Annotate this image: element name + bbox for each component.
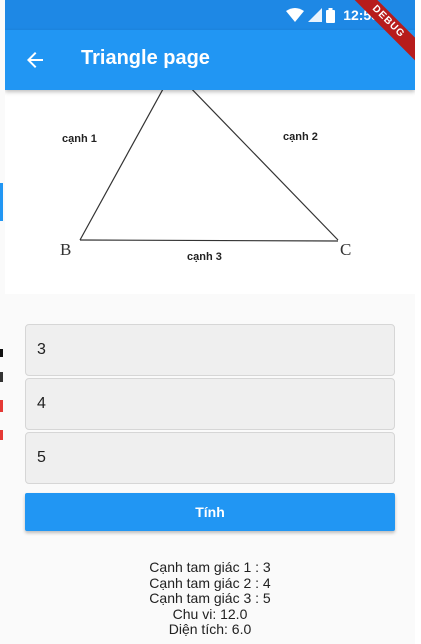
calculate-button[interactable]: Tính [25, 493, 395, 531]
side-1-label: cạnh 1 [62, 133, 97, 145]
result-side-2: Cạnh tam giác 2 : 4 [149, 574, 271, 591]
result-perimeter: Chu vi: 12.0 [172, 605, 248, 622]
results-panel: Cạnh tam giác 1 : 3 Cạnh tam giác 2 : 4 … [5, 559, 415, 638]
window-edge [415, 0, 421, 644]
app-window: 12:58 DEBUG Triangle page cạnh 1 cạnh 2 … [5, 0, 415, 644]
triangle-side-3 [79, 239, 339, 242]
wifi-icon [286, 8, 305, 22]
background-fragment [0, 430, 3, 440]
side-1-input[interactable]: 3 [25, 324, 395, 376]
result-side-3: Cạnh tam giác 3 : 5 [149, 590, 271, 606]
result-area: Diện tích: 6.0 [168, 621, 252, 637]
battery-icon [326, 7, 336, 23]
vertex-b-label: B [60, 240, 71, 259]
triangle-diagram: cạnh 1 cạnh 2 cạnh 3 B C [60, 79, 351, 263]
page-title: Triangle page [81, 47, 210, 69]
side-2-label: cạnh 2 [283, 131, 318, 143]
status-bar: 12:58 DEBUG [5, 0, 415, 67]
signal-icon [308, 8, 323, 22]
side-3-label: cạnh 3 [187, 251, 222, 263]
vertex-c-label: C [340, 240, 351, 259]
background-fragment [0, 400, 3, 412]
result-side-1: Cạnh tam giác 1 : 3 [149, 559, 271, 575]
app-bar: Triangle page [5, 30, 415, 90]
triangle-side-2 [182, 79, 339, 241]
triangle-side-1 [79, 79, 169, 241]
background-fragment [0, 183, 3, 221]
arrow-back-icon [27, 52, 43, 68]
side-3-input[interactable]: 5 [25, 432, 395, 484]
triangle-figure: cạnh 1 cạnh 2 cạnh 3 B C [5, 79, 415, 294]
back-button[interactable] [23, 48, 47, 72]
side-inputs: 3 4 5 [25, 324, 395, 486]
side-2-input[interactable]: 4 [25, 378, 395, 430]
background-fragment [0, 349, 3, 357]
background-fragment [0, 372, 3, 382]
